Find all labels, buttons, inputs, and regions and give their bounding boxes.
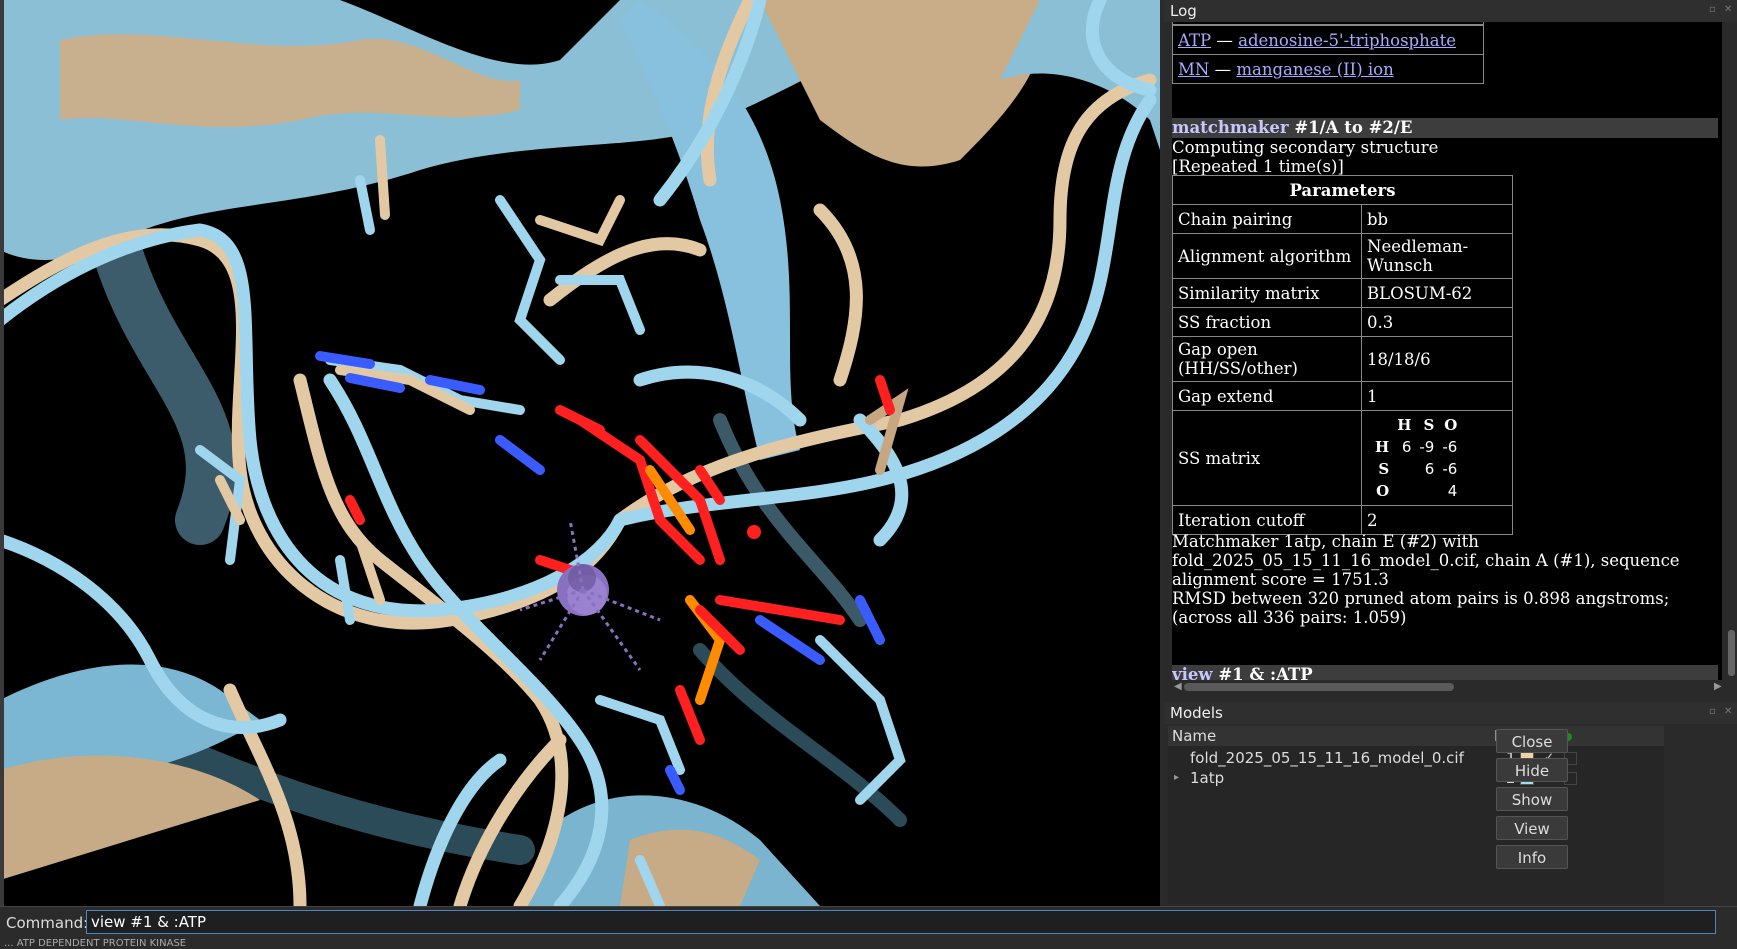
model-name[interactable]: 1atp <box>1190 768 1490 788</box>
log-horizontal-scrollbar[interactable]: ◀ ▶ <box>1172 680 1726 694</box>
table-row: SS fraction 0.3 <box>1172 307 1513 337</box>
command-input[interactable] <box>86 910 1716 934</box>
table-row: Iteration cutoff 2 <box>1172 505 1513 535</box>
command-line: Command: <box>0 906 1737 939</box>
models-title-bar: Models ▫ ✕ <box>1164 702 1737 724</box>
models-panel: Models ▫ ✕ Name ID ○ fold_2025_05_15_11_… <box>1164 702 1737 906</box>
float-icon[interactable]: ▫ <box>1709 5 1719 15</box>
float-icon[interactable]: ▫ <box>1709 707 1719 717</box>
command-label: Command: <box>6 914 89 932</box>
parameters-table: Parameters Chain pairing bb Alignment alg… <box>1172 175 1513 535</box>
log-line: Computing secondary structure <box>1172 138 1439 157</box>
show-button[interactable]: Show <box>1496 787 1568 811</box>
log-title: Log <box>1170 2 1197 20</box>
graphics-viewport[interactable] <box>0 0 1160 906</box>
close-icon[interactable]: ✕ <box>1724 707 1734 717</box>
matchmaker-args: #1/A to #2/E <box>1294 118 1413 137</box>
table-row: MN — manganese (II) ion <box>1172 54 1484 84</box>
params-title: Parameters <box>1172 175 1513 205</box>
scroll-thumb[interactable] <box>1184 683 1454 691</box>
table-row: Chain pairing bb <box>1172 204 1513 234</box>
table-row: Gap open (HH/SS/other) 18/18/6 <box>1172 336 1513 382</box>
hide-button[interactable]: Hide <box>1496 758 1568 782</box>
close-button[interactable]: Close <box>1496 729 1568 753</box>
table-row: ATP — adenosine-5'-triphosphate <box>1172 25 1484 55</box>
status-bar: ... ATP DEPENDENT PROTEIN KINASE <box>0 938 1737 949</box>
table-row: SS matrix HSO H 6 -9 -6 S 6 -6 O4 <box>1172 410 1513 506</box>
residue-name-link[interactable]: manganese (II) ion <box>1236 60 1393 79</box>
scroll-right-icon[interactable]: ▶ <box>1714 680 1722 694</box>
info-button[interactable]: Info <box>1496 845 1568 869</box>
matchmaker-link[interactable]: matchmaker <box>1172 118 1289 137</box>
ribbon-sheets <box>0 0 1160 906</box>
view-button[interactable]: View <box>1496 816 1568 840</box>
scroll-thumb[interactable] <box>1728 630 1735 676</box>
matchmaker-result: Matchmaker 1atp, chain E (#2) with fold_… <box>1172 532 1680 627</box>
expand-icon[interactable]: ▸ <box>1174 768 1179 788</box>
ss-matrix: HSO H 6 -9 -6 S 6 -6 O4 <box>1375 416 1458 500</box>
table-row: Alignment algorithm Needleman-Wunsch <box>1172 233 1513 279</box>
models-table: Name ID ○ fold_2025_05_15_11_16_model_0.… <box>1168 726 1664 904</box>
matchmaker-command: matchmaker #1/A to #2/E <box>1172 118 1718 138</box>
log-content[interactable]: ATP — adenosine-5'-triphosphate MN — man… <box>1172 22 1722 685</box>
scroll-left-icon[interactable]: ◀ <box>1174 680 1182 694</box>
column-name[interactable]: Name <box>1168 726 1490 746</box>
table-row: Gap extend 1 <box>1172 381 1513 411</box>
select-column-icon <box>1560 726 1664 746</box>
residue-name-link[interactable]: adenosine-5'-triphosphate <box>1238 31 1456 50</box>
log-title-bar: Log ▫ ✕ <box>1164 0 1737 22</box>
residue-code-link[interactable]: MN <box>1178 60 1209 79</box>
model-name[interactable]: fold_2025_05_15_11_16_model_0.cif <box>1190 748 1490 768</box>
models-title: Models <box>1170 704 1223 722</box>
residue-code-link[interactable]: ATP <box>1178 31 1211 50</box>
log-vertical-scrollbar[interactable] <box>1726 22 1737 686</box>
viewer-border <box>0 0 4 906</box>
close-icon[interactable]: ✕ <box>1724 5 1734 15</box>
log-line: [Repeated 1 time(s)] <box>1172 157 1344 176</box>
molecule-render <box>0 0 1160 906</box>
residue-table: ATP — adenosine-5'-triphosphate MN — man… <box>1172 25 1484 84</box>
table-row: Similarity matrix BLOSUM-62 <box>1172 278 1513 308</box>
log-messages: Computing secondary structure [Repeated … <box>1172 138 1438 176</box>
oxygen-atom <box>747 525 761 539</box>
